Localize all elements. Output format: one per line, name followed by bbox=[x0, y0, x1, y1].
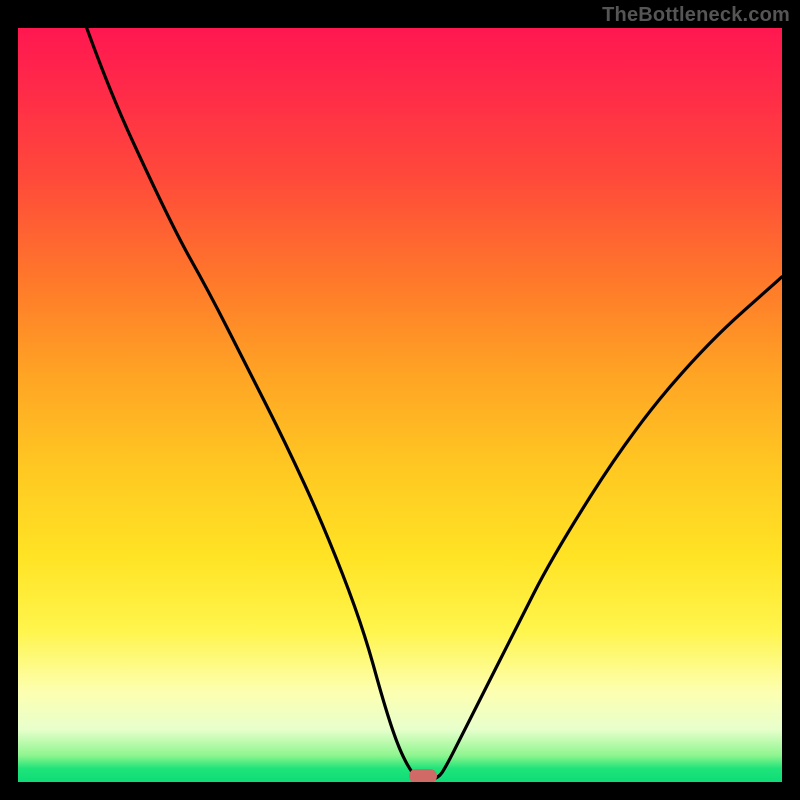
curve-path bbox=[18, 28, 782, 781]
chart-frame: TheBottleneck.com bbox=[0, 0, 800, 800]
plot-area bbox=[18, 28, 782, 782]
watermark-text: TheBottleneck.com bbox=[602, 4, 790, 27]
bottleneck-curve bbox=[18, 28, 782, 782]
optimum-marker bbox=[409, 769, 437, 782]
